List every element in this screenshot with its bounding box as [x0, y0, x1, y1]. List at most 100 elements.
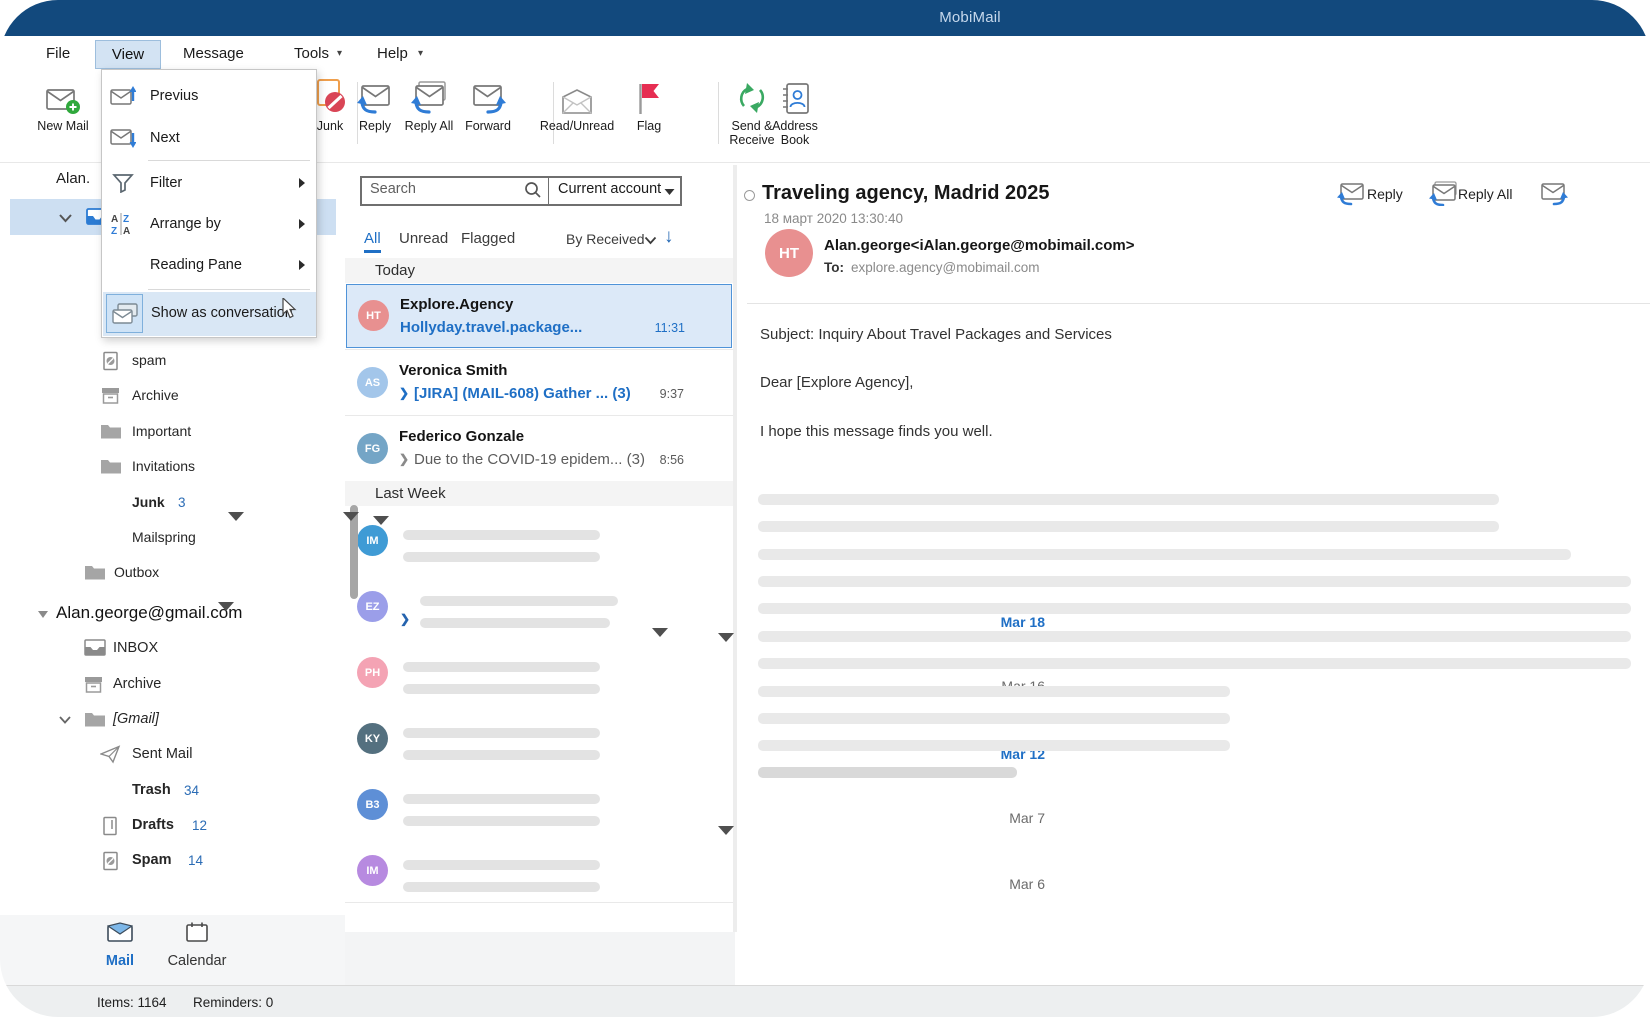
body-greeting: Dear [Explore Agency],	[760, 374, 913, 391]
sidebar-item-gmail-folder[interactable]: [Gmail]	[0, 707, 345, 733]
account2-header[interactable]: Alan.george@gmail.com	[56, 603, 242, 623]
message-row-placeholder[interactable]: KY Mar 12	[345, 704, 733, 770]
sidebar-item-trash[interactable]: Trash 34	[0, 778, 345, 804]
text-placeholder	[758, 521, 1499, 532]
caret-down-icon	[218, 602, 234, 611]
next-mail-icon	[110, 127, 136, 154]
pane-divider[interactable]	[733, 165, 737, 932]
menu-message[interactable]: Message	[183, 45, 244, 62]
message-row-placeholder[interactable]: IM Mar 19	[345, 506, 733, 572]
text-placeholder	[758, 603, 1631, 614]
spam-icon	[102, 851, 119, 876]
collapse-triangle-icon[interactable]	[37, 606, 49, 624]
sidebar-item-gmail-drafts[interactable]: Drafts 12	[0, 813, 345, 839]
message-row[interactable]: FG Federico Gonzale ❯ Due to the COVID-1…	[345, 415, 733, 481]
caret-down-icon	[718, 826, 734, 835]
tab-mail[interactable]: Mail	[92, 922, 148, 969]
sidebar-item-sent-mail[interactable]: Sent Mail	[0, 742, 345, 768]
cursor-arrow-icon	[282, 298, 297, 324]
avatar: KY	[357, 723, 388, 754]
menu-help[interactable]: Help	[377, 45, 408, 62]
text-placeholder	[403, 728, 600, 738]
account-filter-caret-icon[interactable]	[664, 183, 675, 201]
flag-button[interactable]: Flag	[615, 76, 683, 133]
calendar-icon	[185, 922, 209, 942]
avatar: B3	[357, 789, 388, 820]
submenu-arrow-icon	[299, 260, 305, 270]
sidebar-item-gmail-archive[interactable]: Archive	[0, 672, 345, 698]
sidebar-item-archive[interactable]: Archive	[0, 383, 345, 409]
read-unread-button[interactable]: Read/Unread	[532, 76, 622, 133]
message-sender: Explore.Agency	[400, 296, 513, 313]
message-row-placeholder[interactable]: B3 Mar 7	[345, 770, 733, 836]
account-filter-dropdown[interactable]: Current account	[558, 181, 661, 197]
reply-icon[interactable]	[1337, 182, 1365, 211]
sidebar-item-mailspring[interactable]: Mailspring	[0, 525, 345, 551]
tab-flagged[interactable]: Flagged	[461, 230, 515, 247]
message-row-placeholder[interactable]: EZ ❯ Mar 18	[345, 572, 733, 638]
message-date: Mar 7	[955, 810, 1045, 826]
text-placeholder	[758, 658, 1631, 669]
sidebar-item-spam[interactable]: spam	[0, 348, 345, 374]
message-row[interactable]: AS Veronica Smith ❯ [JIRA] (MAIL-608) Ga…	[345, 349, 733, 415]
menu-item-reading-pane[interactable]: Reading Pane	[102, 245, 316, 286]
thread-chevron-icon: ❯	[399, 386, 409, 400]
new-mail-button[interactable]: New Mail	[29, 76, 97, 133]
svg-text:A: A	[111, 214, 118, 225]
section-today: Today	[345, 258, 733, 283]
status-items: Items: 1164	[97, 995, 167, 1010]
text-placeholder	[403, 794, 600, 804]
text-placeholder	[758, 686, 1230, 697]
text-placeholder	[758, 767, 1017, 778]
forward-icon[interactable]	[1540, 182, 1568, 211]
reply-all-button[interactable]: Reply All	[395, 76, 463, 133]
menu-item-arrange-by[interactable]: AZZA Arrange by	[102, 204, 316, 245]
reading-title: Traveling agency, Madrid 2025	[762, 182, 1050, 205]
forward-button[interactable]: Forward	[454, 76, 522, 133]
text-placeholder	[403, 530, 600, 540]
avatar: FG	[357, 433, 388, 464]
menu-separator	[148, 160, 310, 161]
caret-down-icon	[652, 628, 668, 637]
menu-item-filter[interactable]: Filter	[102, 163, 316, 204]
tab-calendar[interactable]: Calendar	[162, 922, 232, 969]
filter-funnel-icon	[112, 173, 134, 198]
menu-tools[interactable]: Tools	[294, 45, 329, 62]
message-row-selected[interactable]: HT Explore.Agency Hollyday.travel.packag…	[346, 284, 732, 348]
text-placeholder	[758, 576, 1631, 587]
menu-item-next[interactable]: Next	[102, 119, 316, 159]
menu-view[interactable]: View	[95, 40, 161, 69]
sidebar-item-outbox[interactable]: Outbox	[0, 560, 345, 586]
sort-direction-icon[interactable]: ↓	[664, 226, 674, 248]
menu-item-previous[interactable]: Previus	[102, 77, 316, 117]
search-icon[interactable]	[524, 181, 542, 204]
sidebar-item-junk[interactable]: Junk 3	[0, 490, 345, 516]
address-book-button[interactable]: Address Book	[761, 76, 829, 147]
sidebar-item-important[interactable]: Important	[0, 419, 345, 445]
text-placeholder	[758, 494, 1499, 505]
reply-all-icon[interactable]	[1428, 181, 1458, 211]
sort-caret-icon[interactable]	[644, 232, 657, 250]
folder-icon	[100, 423, 122, 444]
tab-all[interactable]: All	[364, 230, 381, 253]
sidebar-item-invitations[interactable]: Invitations	[0, 454, 345, 480]
search-divider	[548, 178, 549, 204]
sidebar-item-gmail-inbox[interactable]: INBOX	[0, 636, 345, 662]
chevron-down-icon[interactable]	[58, 211, 73, 229]
reply-all-button[interactable]: Reply All	[1458, 186, 1512, 202]
text-placeholder	[758, 740, 1230, 751]
tab-unread[interactable]: Unread	[399, 230, 448, 247]
message-row-placeholder[interactable]: PH Mar 16	[345, 638, 733, 704]
reply-all-icon	[395, 76, 463, 116]
address-book-icon	[761, 76, 829, 116]
account1-header[interactable]: Alan.	[56, 170, 90, 187]
sidebar-item-gmail-spam[interactable]: Spam 14	[0, 848, 345, 874]
text-placeholder	[403, 882, 600, 892]
search-input[interactable]: Search	[370, 181, 416, 197]
message-row-placeholder[interactable]: IM Mar 6	[345, 836, 733, 902]
menu-file[interactable]: File	[46, 45, 70, 62]
reply-button[interactable]: Reply	[1367, 186, 1403, 202]
chevron-down-icon[interactable]	[58, 712, 72, 730]
sort-dropdown[interactable]: By Received	[566, 231, 645, 247]
text-placeholder	[758, 631, 1631, 642]
